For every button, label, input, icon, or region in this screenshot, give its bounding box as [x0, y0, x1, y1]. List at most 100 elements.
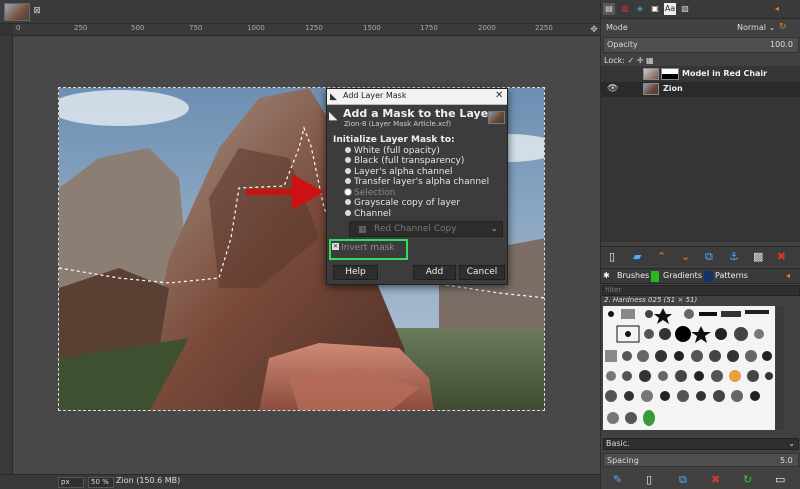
radio-selection[interactable]: Selection — [345, 188, 395, 198]
zoom-value: 50 % — [91, 478, 109, 486]
radio-dot — [345, 167, 351, 174]
duplicate-brush-icon[interactable]: ⧉ — [679, 473, 687, 487]
patterns-tab[interactable]: Patterns — [715, 271, 748, 280]
image-tab-thumbnail[interactable] — [4, 3, 30, 21]
images-tab-icon[interactable]: ▧ — [679, 3, 691, 15]
ruler-tick: 750 — [189, 24, 203, 32]
brushes-tab[interactable]: Brushes — [617, 271, 649, 280]
red-arrow-annotation — [246, 174, 324, 210]
mode-select[interactable]: Normal ⌄ — [737, 23, 775, 32]
channel-icon: ▦ — [358, 225, 367, 235]
paths-tab-icon[interactable]: ◈ — [634, 3, 646, 15]
duplicate-layer-icon[interactable]: ⧉ — [705, 250, 713, 264]
radio-white-full-opacity[interactable]: White (full opacity) — [345, 146, 440, 156]
layer-thumbnail — [643, 68, 659, 80]
opacity-slider[interactable]: Opacity 100.0 — [603, 37, 799, 53]
add-mask-icon[interactable]: ▩ — [753, 250, 763, 263]
cancel-button[interactable]: Cancel — [459, 265, 505, 280]
dialog-titlebar[interactable]: ◣ Add Layer Mask ✕ — [327, 89, 507, 105]
layer-row[interactable]: 👁 Zion — [601, 82, 800, 97]
fonts-tab-icon[interactable]: Aa — [664, 3, 676, 15]
ruler-tick: 250 — [74, 24, 88, 32]
help-button[interactable]: Help — [333, 265, 378, 280]
lock-alpha-icon[interactable]: ▦ — [646, 56, 654, 65]
gradients-tab-icon[interactable] — [651, 271, 659, 282]
new-layer-icon[interactable]: ▯ — [609, 250, 615, 263]
dock-menu-icon[interactable]: ◂ — [771, 3, 783, 15]
layer-mask-icon: ◣ — [329, 109, 338, 122]
edit-brush-icon[interactable]: ✎ — [613, 473, 622, 486]
add-button[interactable]: Add — [413, 265, 456, 280]
ruler-tick: 2000 — [478, 24, 496, 32]
unit-value: px — [61, 478, 70, 486]
radio-grayscale-copy[interactable]: Grayscale copy of layer — [345, 198, 460, 208]
visibility-eye-icon[interactable]: 👁 — [607, 84, 618, 94]
gradients-tab[interactable]: Gradients — [663, 271, 702, 280]
gimp-icon: ◣ — [330, 92, 337, 102]
new-layer-group-icon[interactable]: ▰ — [633, 250, 641, 263]
lower-layer-icon[interactable]: ⌄ — [681, 250, 690, 263]
dialog-heading: Add a Mask to the Layer — [343, 107, 494, 120]
ruler-tick: 0 — [16, 24, 21, 32]
vertical-ruler[interactable] — [0, 36, 13, 474]
radio-dot — [345, 156, 351, 163]
lock-label: Lock: — [604, 56, 625, 65]
dock-tab-bar: ▤ ▥ ◈ ▣ Aa ▧ ◂ — [601, 0, 800, 19]
brush-grid[interactable] — [603, 306, 775, 430]
patterns-tab-icon[interactable] — [704, 271, 713, 282]
opacity-label: Opacity — [607, 40, 638, 49]
ruler-tick: 1000 — [247, 24, 265, 32]
open-brush-folder-icon[interactable]: ▭ — [775, 473, 785, 486]
layers-toolbar: ▯ ▰ ⌃ ⌄ ⧉ ⚓ ▩ ✖ — [601, 246, 800, 266]
close-icon[interactable]: ⊠ — [32, 6, 42, 16]
brush-thumbnails — [603, 306, 775, 430]
invert-mask-label: Invert mask — [341, 243, 395, 253]
brush-grid-scrollbar[interactable] — [776, 306, 784, 430]
channel-select[interactable]: ▦ Red Channel Copy ⌄ — [349, 221, 503, 237]
radio-layer-alpha[interactable]: Layer's alpha channel — [345, 167, 453, 177]
zoom-select[interactable]: 50 % — [88, 477, 114, 488]
lock-position-icon[interactable]: ✛ — [637, 56, 646, 65]
spacing-slider[interactable]: Spacing 5.0 — [603, 453, 799, 467]
chevron-down-icon: ⌄ — [788, 439, 795, 448]
delete-brush-icon[interactable]: ✖ — [711, 473, 720, 486]
add-layer-mask-dialog: ◣ Add Layer Mask ✕ ◣ Add a Mask to the L… — [326, 88, 508, 285]
layers-tab-icon[interactable]: ▤ — [603, 3, 615, 15]
channel-select-value: Red Channel Copy — [374, 224, 457, 234]
layer-row[interactable]: Model in Red Chair — [601, 67, 800, 82]
radio-black-full-transparency[interactable]: Black (full transparency) — [345, 156, 464, 166]
brushes-tab-icon[interactable]: ✱ — [603, 271, 610, 280]
ruler-tick: 1750 — [420, 24, 438, 32]
dialog-title: Add Layer Mask — [343, 91, 407, 100]
refresh-brushes-icon[interactable]: ↻ — [743, 473, 752, 486]
radio-channel[interactable]: Channel — [345, 209, 391, 219]
raise-layer-icon[interactable]: ⌃ — [657, 250, 666, 263]
unit-select[interactable]: px — [58, 477, 84, 488]
new-brush-icon[interactable]: ▯ — [646, 473, 652, 486]
panel-menu-icon[interactable]: ◂ — [786, 271, 790, 280]
invert-mask-checkbox[interactable]: ✕ Invert mask — [332, 243, 395, 253]
channels-tab-icon[interactable]: ▥ — [619, 3, 631, 15]
undo-history-tab-icon[interactable]: ▣ — [649, 3, 661, 15]
layer-thumbnail — [488, 111, 505, 124]
horizontal-ruler[interactable]: 0 250 500 750 1000 1250 1500 1750 2000 2… — [13, 24, 600, 36]
ruler-tick: 1500 — [363, 24, 381, 32]
brushes-toolbar: ✎ ▯ ⧉ ✖ ↻ ▭ — [601, 470, 800, 489]
anchor-layer-icon[interactable]: ⚓ — [729, 250, 739, 263]
mode-row[interactable]: Mode Normal ⌄ ↻ — [601, 20, 800, 36]
brushes-tab-bar: ✱ Brushes Gradients Patterns ◂ — [601, 268, 800, 284]
radio-dot — [345, 198, 351, 205]
delete-layer-icon[interactable]: ✖ — [777, 250, 786, 263]
layer-mask-thumbnail[interactable] — [661, 68, 679, 80]
brush-filter-input[interactable]: filter — [602, 285, 800, 296]
radio-label: White (full opacity) — [354, 146, 440, 156]
brush-preset-value: Basic. — [606, 439, 630, 448]
checkbox-checked-icon: ✕ — [332, 243, 339, 250]
close-icon[interactable]: ✕ — [495, 90, 503, 101]
mode-reset-icon[interactable]: ↻ — [779, 22, 787, 32]
layers-list: Model in Red Chair 👁 Zion — [601, 66, 800, 242]
lock-pixels-icon[interactable]: ✓ — [627, 56, 636, 65]
radio-transfer-alpha[interactable]: Transfer layer's alpha channel — [345, 177, 489, 187]
brush-preset-select[interactable]: Basic. ⌄ — [603, 438, 799, 450]
navigate-icon[interactable]: ✥ — [588, 24, 600, 36]
